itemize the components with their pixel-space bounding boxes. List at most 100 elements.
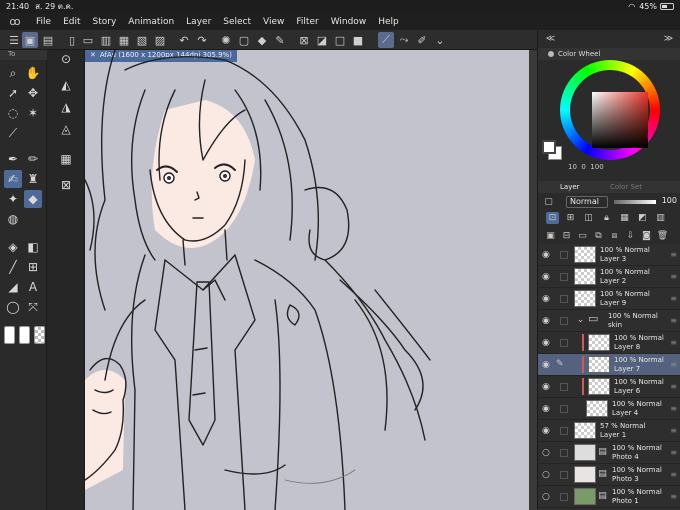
invert-selection-icon[interactable]: ◪	[314, 32, 330, 48]
pen-icon[interactable]: ✒	[4, 150, 22, 168]
layer-row-photo-3[interactable]: ○ ▤ 100 % Normal Photo 3 ≡	[538, 464, 680, 486]
eye-icon[interactable]: ○	[542, 470, 550, 480]
hamburger-icon[interactable]: ☰	[6, 32, 22, 48]
sub-color-swatch[interactable]	[19, 326, 30, 344]
sub-tool-film-icon[interactable]: ▦	[57, 150, 75, 168]
eye-icon[interactable]: ◉	[542, 360, 550, 370]
menu-view[interactable]: View	[257, 17, 290, 27]
redo-icon[interactable]: ↷	[194, 32, 210, 48]
chevron-down-icon[interactable]: ⌄	[574, 314, 587, 326]
lock-checkbox[interactable]	[560, 449, 568, 457]
drag-handle-icon[interactable]: ≡	[670, 426, 677, 435]
delete-layer-icon[interactable]: 🗑︎	[656, 230, 669, 242]
canvas-scrollbar[interactable]	[529, 50, 537, 510]
ruler-snap-icon[interactable]: ⟋	[378, 32, 394, 48]
balloon-icon[interactable]: ◯	[4, 298, 22, 316]
panel-collapse-icon[interactable]: ≪	[544, 33, 557, 45]
tab-color-set[interactable]: Color Set	[610, 181, 642, 193]
menu-file[interactable]: File	[30, 17, 57, 27]
lock-icon[interactable]: 🔒︎	[600, 212, 613, 224]
undo-icon[interactable]: ↶	[176, 32, 192, 48]
layer-row-layer-2[interactable]: ◉ 100 % Normal Layer 2 ≡	[538, 266, 680, 288]
drag-handle-icon[interactable]: ≡	[670, 294, 677, 303]
eyedropper-icon[interactable]: ⟋	[4, 124, 22, 142]
panel-menu-icon[interactable]: ≫	[662, 33, 675, 45]
lock-checkbox[interactable]	[560, 339, 568, 347]
lock-checkbox[interactable]	[560, 471, 568, 479]
menu-animation[interactable]: Animation	[122, 17, 180, 27]
menu-window[interactable]: Window	[325, 17, 373, 27]
menu-story[interactable]: Story	[87, 17, 123, 27]
menu-select[interactable]: Select	[217, 17, 257, 27]
curve-snap-icon[interactable]: ⤳	[396, 32, 412, 48]
drag-handle-icon[interactable]: ≡	[670, 360, 677, 369]
lock-checkbox[interactable]	[560, 295, 568, 303]
lock-checkbox[interactable]	[560, 273, 568, 281]
sub-tool-hard-eraser-icon[interactable]: ◭	[57, 76, 75, 94]
import-icon[interactable]: ▧	[134, 32, 150, 48]
transparent-color-swatch[interactable]	[34, 326, 45, 344]
eye-icon[interactable]: ◉	[542, 338, 550, 348]
blend-icon[interactable]: ◍	[4, 210, 22, 228]
eraser-icon[interactable]: ◆	[24, 190, 42, 208]
new-raster-layer-icon[interactable]: ▣	[544, 230, 557, 242]
lock-checkbox[interactable]	[560, 317, 568, 325]
crop-icon[interactable]: ▢	[236, 32, 252, 48]
copy-layer-icon[interactable]: ⧉	[592, 230, 605, 242]
lock-checkbox[interactable]	[560, 405, 568, 413]
drag-handle-icon[interactable]: ≡	[670, 492, 677, 501]
layer-row-layer-3[interactable]: ◉ 100 % Normal Layer 3 ≡	[538, 244, 680, 266]
eye-icon[interactable]: ◉	[542, 404, 550, 414]
eye-icon[interactable]: ◉	[542, 272, 550, 282]
draft-layer-icon[interactable]: ◫	[582, 212, 595, 224]
menu-help[interactable]: Help	[372, 17, 405, 27]
layer-row-photo-4[interactable]: ○ ▤ 100 % Normal Photo 4 ≡	[538, 442, 680, 464]
saturation-value-square[interactable]	[592, 92, 648, 148]
chevron-down-icon[interactable]: ⌄	[432, 32, 448, 48]
reference-layer-icon[interactable]: ⊞	[564, 212, 577, 224]
eye-icon[interactable]: ◉	[542, 250, 550, 260]
sub-tool-target-icon[interactable]: ⊙	[57, 50, 75, 68]
deselect-icon[interactable]: ⊠	[296, 32, 312, 48]
menu-edit[interactable]: Edit	[57, 17, 86, 27]
drag-handle-icon[interactable]: ≡	[670, 338, 677, 347]
eye-icon[interactable]: ◉	[542, 294, 550, 304]
transform-icon[interactable]: ✺	[218, 32, 234, 48]
drag-handle-icon[interactable]: ≡	[670, 470, 677, 479]
menu-layer[interactable]: Layer	[180, 17, 217, 27]
eye-icon[interactable]: ○	[542, 448, 550, 458]
merge-down-icon[interactable]: ⧈	[608, 230, 621, 242]
move-icon[interactable]: ✥	[24, 84, 42, 102]
brush-icon[interactable]: ✍	[4, 170, 22, 188]
sub-tool-soft-eraser-icon[interactable]: ◮	[57, 98, 75, 116]
lock-checkbox[interactable]	[560, 427, 568, 435]
main-color-swatch[interactable]	[4, 326, 15, 344]
eye-icon[interactable]: ◉	[542, 316, 550, 326]
eye-icon[interactable]: ○	[542, 492, 550, 502]
figure-icon[interactable]: ╱	[4, 258, 22, 276]
export-icon[interactable]: ▦	[116, 32, 132, 48]
color-wheel-header[interactable]: Color Wheel	[538, 48, 680, 60]
frame-icon[interactable]: ⊞	[24, 258, 42, 276]
drag-handle-icon[interactable]: ≡	[670, 404, 677, 413]
lock-checkbox[interactable]	[560, 493, 568, 501]
tool-tab[interactable]: To	[0, 50, 47, 60]
drag-handle-icon[interactable]: ≡	[670, 250, 677, 259]
lock-transparency-icon[interactable]: ▦	[618, 212, 631, 224]
selection-icon[interactable]: □	[332, 32, 348, 48]
special-ruler-icon[interactable]: ✐	[414, 32, 430, 48]
lock-checkbox[interactable]	[560, 383, 568, 391]
color-wheel[interactable]	[560, 60, 660, 160]
app-logo-icon[interactable]: ꝏ	[0, 15, 30, 28]
main-sub-color[interactable]	[542, 140, 564, 162]
sub-tool-vector-eraser-icon[interactable]: ◬	[57, 120, 75, 138]
new-file-icon[interactable]: ▯	[64, 32, 80, 48]
drag-handle-icon[interactable]: ≡	[670, 448, 677, 457]
save-icon[interactable]: ▥	[98, 32, 114, 48]
blend-mode-select[interactable]: Normal	[566, 196, 608, 208]
image-icon[interactable]: ▤	[40, 32, 56, 48]
airbrush-icon[interactable]: ♜	[24, 170, 42, 188]
fill-bucket-icon[interactable]: ◈	[4, 238, 22, 256]
new-folder-icon[interactable]: ▭	[576, 230, 589, 242]
canvas-area[interactable]: ✕ AfAu (1600 x 1200px 144dpi 305.9%)	[85, 50, 537, 510]
